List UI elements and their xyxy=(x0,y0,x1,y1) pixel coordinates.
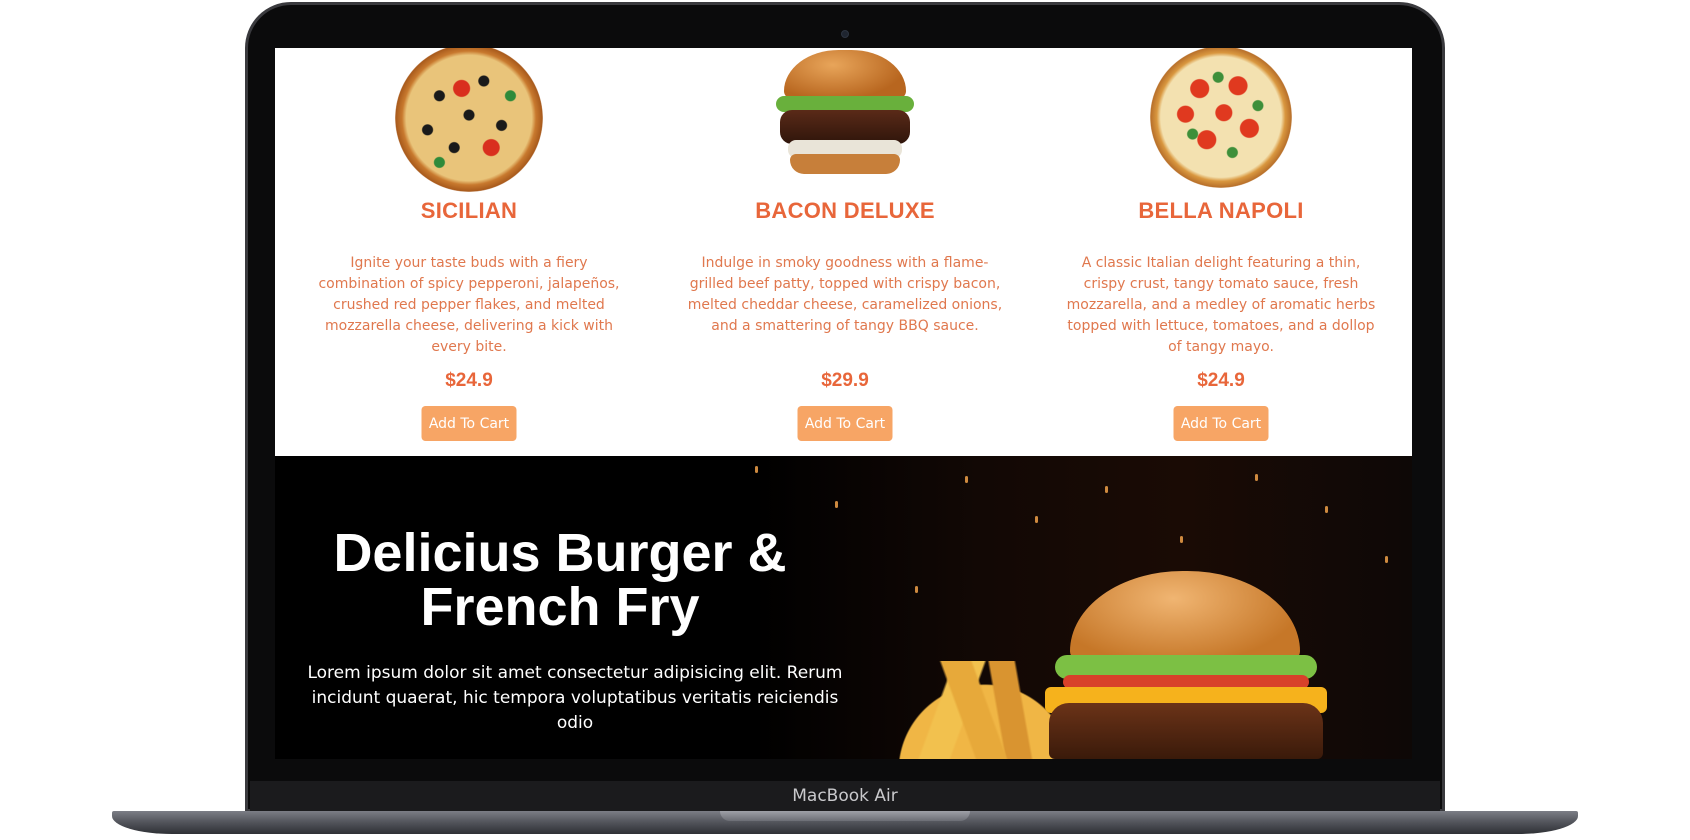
hero-text: Lorem ipsum dolor sit amet consectetur a… xyxy=(307,663,843,733)
burger-image xyxy=(770,50,920,180)
product-price: $24.9 xyxy=(445,370,493,391)
hero-burger-image xyxy=(1035,571,1335,759)
burger-bun-top xyxy=(1070,571,1300,663)
burger-bun-bottom xyxy=(790,154,900,174)
device-label: MacBook Air xyxy=(792,786,898,806)
add-to-cart-button[interactable]: Add To Cart xyxy=(1173,406,1269,441)
ember-decoration xyxy=(1255,474,1258,481)
laptop-hinge-notch xyxy=(720,811,970,821)
product-price: $24.9 xyxy=(1197,370,1245,391)
add-to-cart-button[interactable]: Add To Cart xyxy=(421,406,517,441)
webcam-icon xyxy=(841,30,849,38)
pizza-image xyxy=(395,48,543,192)
ember-decoration xyxy=(1325,506,1328,513)
ember-decoration xyxy=(835,501,838,508)
ember-decoration xyxy=(965,476,968,483)
ember-decoration xyxy=(1105,486,1108,493)
product-description: A classic Italian delight featuring a th… xyxy=(1066,255,1376,355)
hero-banner: Delicius Burger & French Fry Lorem ipsum… xyxy=(275,456,1412,759)
menu-section: SICILIAN Ignite your taste buds with a f… xyxy=(275,48,1412,456)
add-to-cart-button[interactable]: Add To Cart xyxy=(797,406,893,441)
product-image xyxy=(675,48,1015,189)
product-title: SICILIAN xyxy=(420,198,518,223)
product-title: BACON DELUXE xyxy=(755,198,935,223)
ember-decoration xyxy=(755,466,758,473)
product-price: $29.9 xyxy=(821,370,869,391)
burger-patty xyxy=(780,110,910,144)
product-description: Indulge in smoky goodness with a flame-g… xyxy=(687,255,1003,334)
laptop-screen: SICILIAN Ignite your taste buds with a f… xyxy=(275,48,1412,759)
product-title: BELLA NAPOLI xyxy=(1138,198,1304,223)
product-image xyxy=(1051,48,1391,189)
pizza-image xyxy=(1150,48,1292,188)
burger-bun-top xyxy=(784,50,906,100)
product-description: Ignite your taste buds with a fiery comb… xyxy=(318,255,620,355)
ember-decoration xyxy=(1180,536,1183,543)
product-image xyxy=(299,48,639,192)
burger-patty xyxy=(1049,703,1323,759)
hero-title: Delicius Burger & French Fry xyxy=(333,523,787,637)
burger-and-fries-image xyxy=(875,551,1412,759)
ember-decoration xyxy=(1035,516,1038,523)
